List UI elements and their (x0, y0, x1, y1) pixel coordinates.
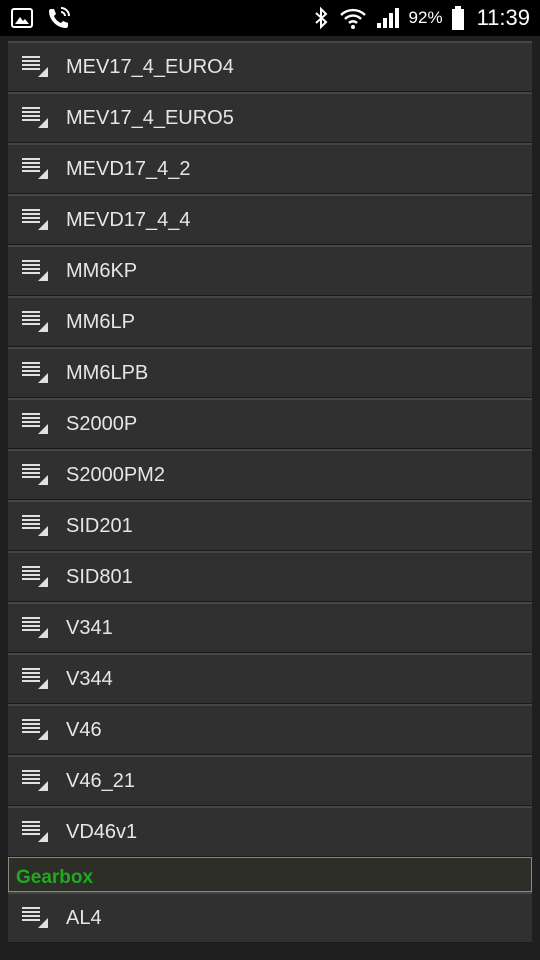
list-menu-icon (20, 462, 54, 488)
list-item[interactable]: MM6KP (8, 245, 532, 296)
ecu-list-inner: MEV17_4_EURO4 MEV17_4_EURO5 MEVD17_4_2 MEVD… (0, 41, 540, 943)
list-item-label: V341 (66, 616, 113, 639)
list-item-label: S2000PM2 (66, 463, 165, 486)
list-item[interactable]: MM6LPB (8, 347, 532, 398)
section-header-gearbox: Gearbox (8, 857, 532, 892)
list-menu-icon (20, 105, 54, 131)
list-menu-icon (20, 360, 54, 386)
list-menu-icon (20, 717, 54, 743)
section-header-label: Gearbox (16, 867, 94, 888)
list-item-label: V46 (66, 718, 102, 741)
battery-percent: 92% (408, 8, 443, 27)
list-item[interactable]: AL4 (8, 892, 532, 943)
wifi-icon (339, 6, 367, 30)
list-menu-icon (20, 819, 54, 845)
list-item-label: MEVD17_4_4 (66, 208, 191, 231)
list-item[interactable]: V46_21 (8, 755, 532, 806)
list-item-label: SID201 (66, 514, 133, 537)
list-item-label: MM6LPB (66, 361, 149, 384)
list-menu-icon (20, 564, 54, 590)
list-menu-icon (20, 905, 54, 931)
list-item-label: MEV17_4_EURO4 (66, 55, 234, 78)
list-item[interactable]: MEV17_4_EURO4 (8, 41, 532, 92)
list-item-label: MEVD17_4_2 (66, 157, 191, 180)
list-menu-icon (20, 768, 54, 794)
list-menu-icon (20, 309, 54, 335)
list-item[interactable]: MEV17_4_EURO5 (8, 92, 532, 143)
list-item-label: AL4 (66, 906, 102, 929)
list-item-label: V46_21 (66, 769, 135, 792)
status-bar-right: 92% 11:39 (311, 5, 530, 31)
list-item[interactable]: V46 (8, 704, 532, 755)
list-menu-icon (20, 156, 54, 182)
list-item[interactable]: MEVD17_4_2 (8, 143, 532, 194)
list-item[interactable]: V341 (8, 602, 532, 653)
ecu-list[interactable]: MEV17_4_EURO4 MEV17_4_EURO5 MEVD17_4_2 MEVD… (0, 36, 540, 960)
list-item[interactable]: SID201 (8, 500, 532, 551)
list-item[interactable]: MM6LP (8, 296, 532, 347)
list-menu-icon (20, 207, 54, 233)
battery-icon (451, 5, 465, 31)
list-item[interactable]: S2000PM2 (8, 449, 532, 500)
list-item[interactable]: VD46v1 (8, 806, 532, 857)
list-menu-icon (20, 615, 54, 641)
status-bar: 92% 11:39 (0, 0, 540, 36)
list-menu-icon (20, 666, 54, 692)
list-item[interactable]: V344 (8, 653, 532, 704)
list-menu-icon (20, 411, 54, 437)
list-item-label: SID801 (66, 565, 133, 588)
wifi-call-icon (46, 5, 72, 31)
status-bar-left (10, 5, 72, 31)
list-menu-icon (20, 54, 54, 80)
list-menu-icon (20, 513, 54, 539)
list-item-label: MM6LP (66, 310, 135, 333)
list-item-label: S2000P (66, 412, 138, 435)
bluetooth-icon (311, 6, 331, 30)
list-item[interactable]: SID801 (8, 551, 532, 602)
list-menu-icon (20, 258, 54, 284)
gallery-icon (10, 6, 34, 30)
clock: 11:39 (476, 5, 530, 30)
list-item-label: MEV17_4_EURO5 (66, 106, 234, 129)
list-item-label: VD46v1 (66, 820, 138, 843)
list-item-label: V344 (66, 667, 113, 690)
list-item[interactable]: S2000P (8, 398, 532, 449)
signal-icon (375, 6, 401, 30)
list-item-label: MM6KP (66, 259, 138, 282)
list-item[interactable]: MEVD17_4_4 (8, 194, 532, 245)
